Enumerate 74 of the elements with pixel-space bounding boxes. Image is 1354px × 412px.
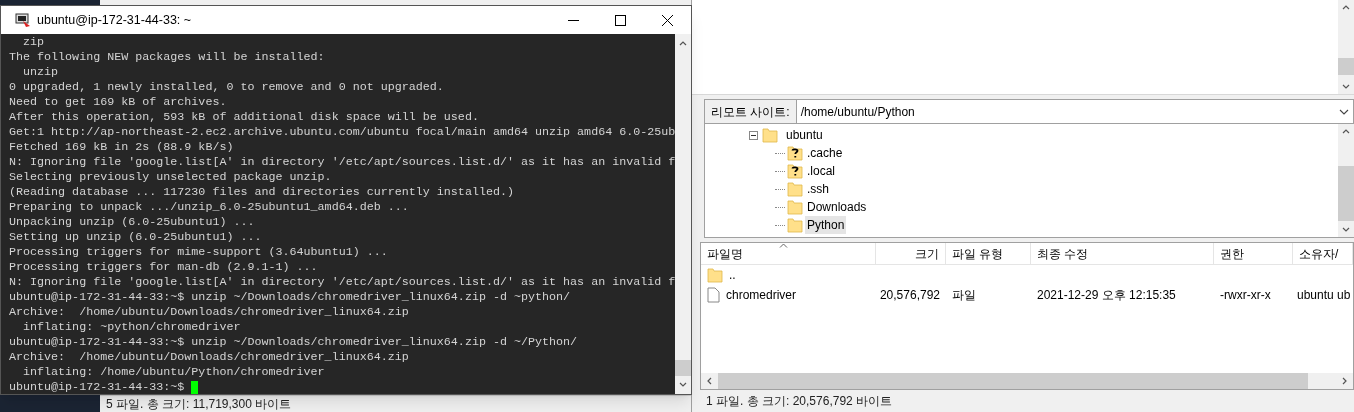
terminal-line: Processing triggers for man-db (2.9.1-1) ... bbox=[9, 260, 318, 275]
file-name[interactable]: .. bbox=[701, 265, 876, 285]
file-name[interactable]: chromedriver bbox=[701, 285, 876, 305]
maximize-icon[interactable] bbox=[615, 14, 626, 26]
unknown-folder-icon bbox=[787, 163, 803, 179]
terminal-line: Unpacking unzip (6.0-25ubuntu1) ... bbox=[9, 215, 255, 230]
column-header[interactable]: 파일 유형 bbox=[946, 243, 1031, 264]
file-icon bbox=[707, 287, 720, 303]
window-title: ubuntu@ip-172-31-44-33: ~ bbox=[37, 11, 192, 29]
scroll-left-icon[interactable] bbox=[706, 377, 712, 385]
scroll-up-icon[interactable] bbox=[679, 40, 687, 46]
tree-item[interactable]: ubuntu bbox=[786, 126, 823, 144]
scroll-thumb[interactable] bbox=[1338, 166, 1354, 221]
terminal-line: inflating: /home/ubuntu/Python/chromedriver bbox=[22, 365, 325, 380]
terminal-line: Setting up unzip (6.0-25ubuntu1) ... bbox=[9, 230, 262, 245]
terminal-app-icon bbox=[15, 12, 31, 28]
cursor-icon bbox=[191, 380, 199, 394]
vertical-scrollbar[interactable] bbox=[675, 34, 691, 394]
scroll-down-icon[interactable] bbox=[679, 382, 687, 388]
terminal-line: Get:1 http://ap-northeast-2.ec2.archive.ubuntu.com/ubuntu focal/main amd64 unzip amd64 6.0-25ub bbox=[9, 125, 675, 140]
folder-icon bbox=[707, 267, 723, 283]
folder-icon bbox=[787, 181, 803, 197]
terminal-line: The following NEW packages will be installed: bbox=[9, 50, 325, 65]
local-status-text: 5 파일. 총 크기: 11,719,300 바이트 bbox=[106, 396, 292, 412]
table-cell-text: 2021-12-29 오후 12:15:35 bbox=[1036, 287, 1177, 304]
vertical-scrollbar[interactable] bbox=[1338, 124, 1354, 237]
terminal-line: inflating: ~python/chromedriver bbox=[22, 320, 241, 335]
terminal-line: 0 upgraded, 1 newly installed, 0 to remove and 0 not upgraded. bbox=[9, 80, 444, 95]
remote-status-text: 1 파일. 총 크기: 20,576,792 바이트 bbox=[706, 393, 893, 410]
tree-item[interactable]: Downloads bbox=[805, 198, 869, 216]
terminal-line: Archive: /home/ubuntu/Downloads/chromedriver_linux64.zip bbox=[9, 305, 409, 320]
column-header[interactable]: 크기 bbox=[876, 243, 946, 264]
collapse-toggle[interactable] bbox=[749, 130, 758, 140]
terminal-line: Archive: /home/ubuntu/Downloads/chromedriver_linux64.zip bbox=[9, 350, 409, 365]
scroll-up-icon[interactable] bbox=[1342, 128, 1350, 134]
terminal-line: Preparing to unpack .../unzip_6.0-25ubuntu1_amd64.deb ... bbox=[9, 200, 409, 215]
tree-item[interactable]: Python bbox=[805, 216, 847, 234]
terminal-line: N: Ignoring file 'google.list[A' in directory '/etc/apt/sources.list.d/' as it has an invalid f bbox=[9, 155, 675, 170]
table-cell-text: ubuntu ub bbox=[1296, 287, 1352, 304]
scroll-thumb[interactable] bbox=[1338, 58, 1354, 75]
terminal-line: Selecting previously unselected package unzip. bbox=[9, 170, 332, 185]
scroll-thumb[interactable] bbox=[675, 360, 691, 376]
tree-item[interactable]: .ssh bbox=[805, 180, 831, 198]
terminal-line: ubuntu@ip-172-31-44-33:~$ bbox=[9, 380, 186, 394]
scroll-down-icon[interactable] bbox=[1342, 227, 1350, 233]
sort-ascending-icon bbox=[779, 243, 789, 248]
terminal-line: unzip bbox=[22, 65, 59, 80]
column-header[interactable]: 소유자/ bbox=[1293, 243, 1353, 264]
terminal-line: Processing triggers for mime-support (3.64ubuntu1) ... bbox=[9, 245, 388, 260]
table-cell-text: -rwxr-xr-x bbox=[1219, 287, 1272, 304]
vertical-scrollbar[interactable] bbox=[1338, 0, 1354, 94]
table-cell-text: 파일 bbox=[951, 287, 977, 304]
folder-icon bbox=[787, 199, 803, 215]
close-icon[interactable] bbox=[662, 14, 673, 26]
scroll-up-icon[interactable] bbox=[1342, 4, 1350, 10]
terminal-line: ubuntu@ip-172-31-44-33:~$ unzip ~/Downloads/chromedriver_linux64.zip -d ~python/ bbox=[9, 290, 571, 305]
unknown-folder-icon bbox=[787, 145, 803, 161]
terminal-line: (Reading database ... 117230 files and directories currently installed.) bbox=[9, 185, 514, 200]
column-header[interactable]: 권한 bbox=[1214, 243, 1293, 264]
terminal-line: N: Ignoring file 'google.list[A' in directory '/etc/apt/sources.list.d/' as it has an invalid f bbox=[9, 275, 675, 290]
scroll-down-icon[interactable] bbox=[1342, 84, 1350, 90]
column-header[interactable]: 파일명 bbox=[701, 243, 876, 264]
column-header[interactable]: 최종 수정 bbox=[1031, 243, 1214, 264]
terminal-line: Fetched 169 kB in 2s (88.9 kB/s) bbox=[9, 140, 234, 155]
folder-icon bbox=[762, 127, 778, 143]
terminal-line: zip bbox=[22, 35, 45, 50]
tree-item[interactable]: .local bbox=[805, 162, 837, 180]
terminal-line: After this operation, 593 kB of additional disk space will be used. bbox=[9, 110, 479, 125]
terminal-line: Need to get 169 kB of archives. bbox=[9, 95, 227, 110]
table-cell-text: 20,576,792 bbox=[878, 287, 941, 304]
tree-item[interactable]: .cache bbox=[805, 144, 845, 162]
terminal-line: ubuntu@ip-172-31-44-33:~$ unzip ~/Downloads/chromedriver_linux64.zip -d ~/Python/ bbox=[9, 335, 578, 350]
scroll-right-icon[interactable] bbox=[1342, 377, 1348, 385]
folder-icon bbox=[787, 217, 803, 233]
